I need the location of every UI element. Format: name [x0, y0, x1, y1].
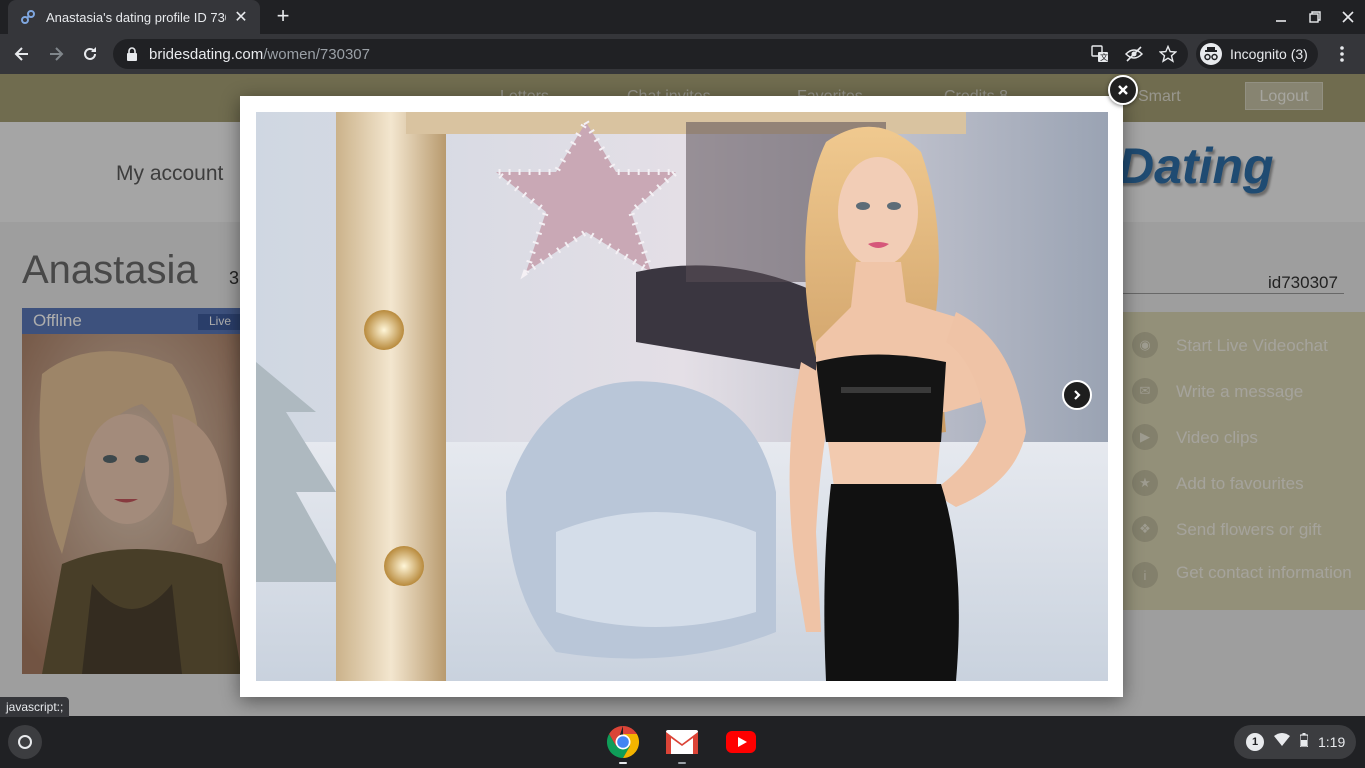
tab-title: Anastasia's dating profile ID 730307: [46, 9, 226, 25]
more-menu-icon[interactable]: [1330, 40, 1354, 68]
lightbox-photo: [256, 112, 1108, 681]
browser-tab[interactable]: Anastasia's dating profile ID 730307 ✕: [8, 0, 260, 34]
status-tray[interactable]: 1 1:19: [1234, 725, 1356, 759]
clock: 1:19: [1318, 734, 1346, 750]
lock-icon: [125, 47, 139, 61]
incognito-button[interactable]: Incognito (3): [1196, 39, 1318, 69]
minimize-icon[interactable]: [1270, 6, 1292, 28]
wifi-icon: [1274, 733, 1290, 751]
site-favicon-icon: [20, 9, 36, 25]
incognito-label: Incognito (3): [1230, 46, 1308, 62]
tab-close-icon[interactable]: ✕: [232, 7, 250, 27]
close-icon[interactable]: [1108, 75, 1138, 105]
browser-toolbar: bridesdating.com/women/730307 文 Incognit…: [0, 34, 1365, 74]
gmail-icon[interactable]: [664, 724, 700, 764]
running-indicator: [678, 762, 686, 764]
youtube-icon[interactable]: [723, 724, 759, 760]
url-host: bridesdating.com: [149, 45, 264, 63]
launcher-icon[interactable]: [8, 725, 42, 759]
photo-lightbox: [240, 96, 1123, 697]
chrome-icon[interactable]: [605, 724, 641, 764]
svg-text:文: 文: [1100, 52, 1108, 62]
notification-count: 1: [1246, 733, 1264, 751]
forward-arrow-icon[interactable]: [42, 40, 70, 68]
bookmark-star-icon[interactable]: [1158, 44, 1178, 64]
address-bar[interactable]: bridesdating.com/women/730307 文: [113, 39, 1188, 69]
reload-icon[interactable]: [76, 40, 104, 68]
chevron-right-icon[interactable]: [1062, 380, 1092, 410]
back-arrow-icon[interactable]: [8, 40, 36, 68]
link-status-url: javascript:;: [0, 697, 70, 717]
os-shelf: 1 1:19: [0, 717, 1365, 768]
incognito-icon: [1200, 43, 1222, 65]
tab-strip: Anastasia's dating profile ID 730307 ✕ +: [0, 0, 1365, 34]
battery-icon: [1299, 732, 1309, 752]
new-tab-button[interactable]: +: [270, 4, 296, 30]
restore-icon[interactable]: [1304, 6, 1326, 28]
window-close-icon[interactable]: [1337, 6, 1359, 28]
eye-off-icon[interactable]: [1124, 44, 1144, 64]
running-indicator: [619, 762, 627, 764]
url-path: /women/730307: [263, 45, 370, 63]
translate-icon[interactable]: 文: [1090, 44, 1110, 64]
